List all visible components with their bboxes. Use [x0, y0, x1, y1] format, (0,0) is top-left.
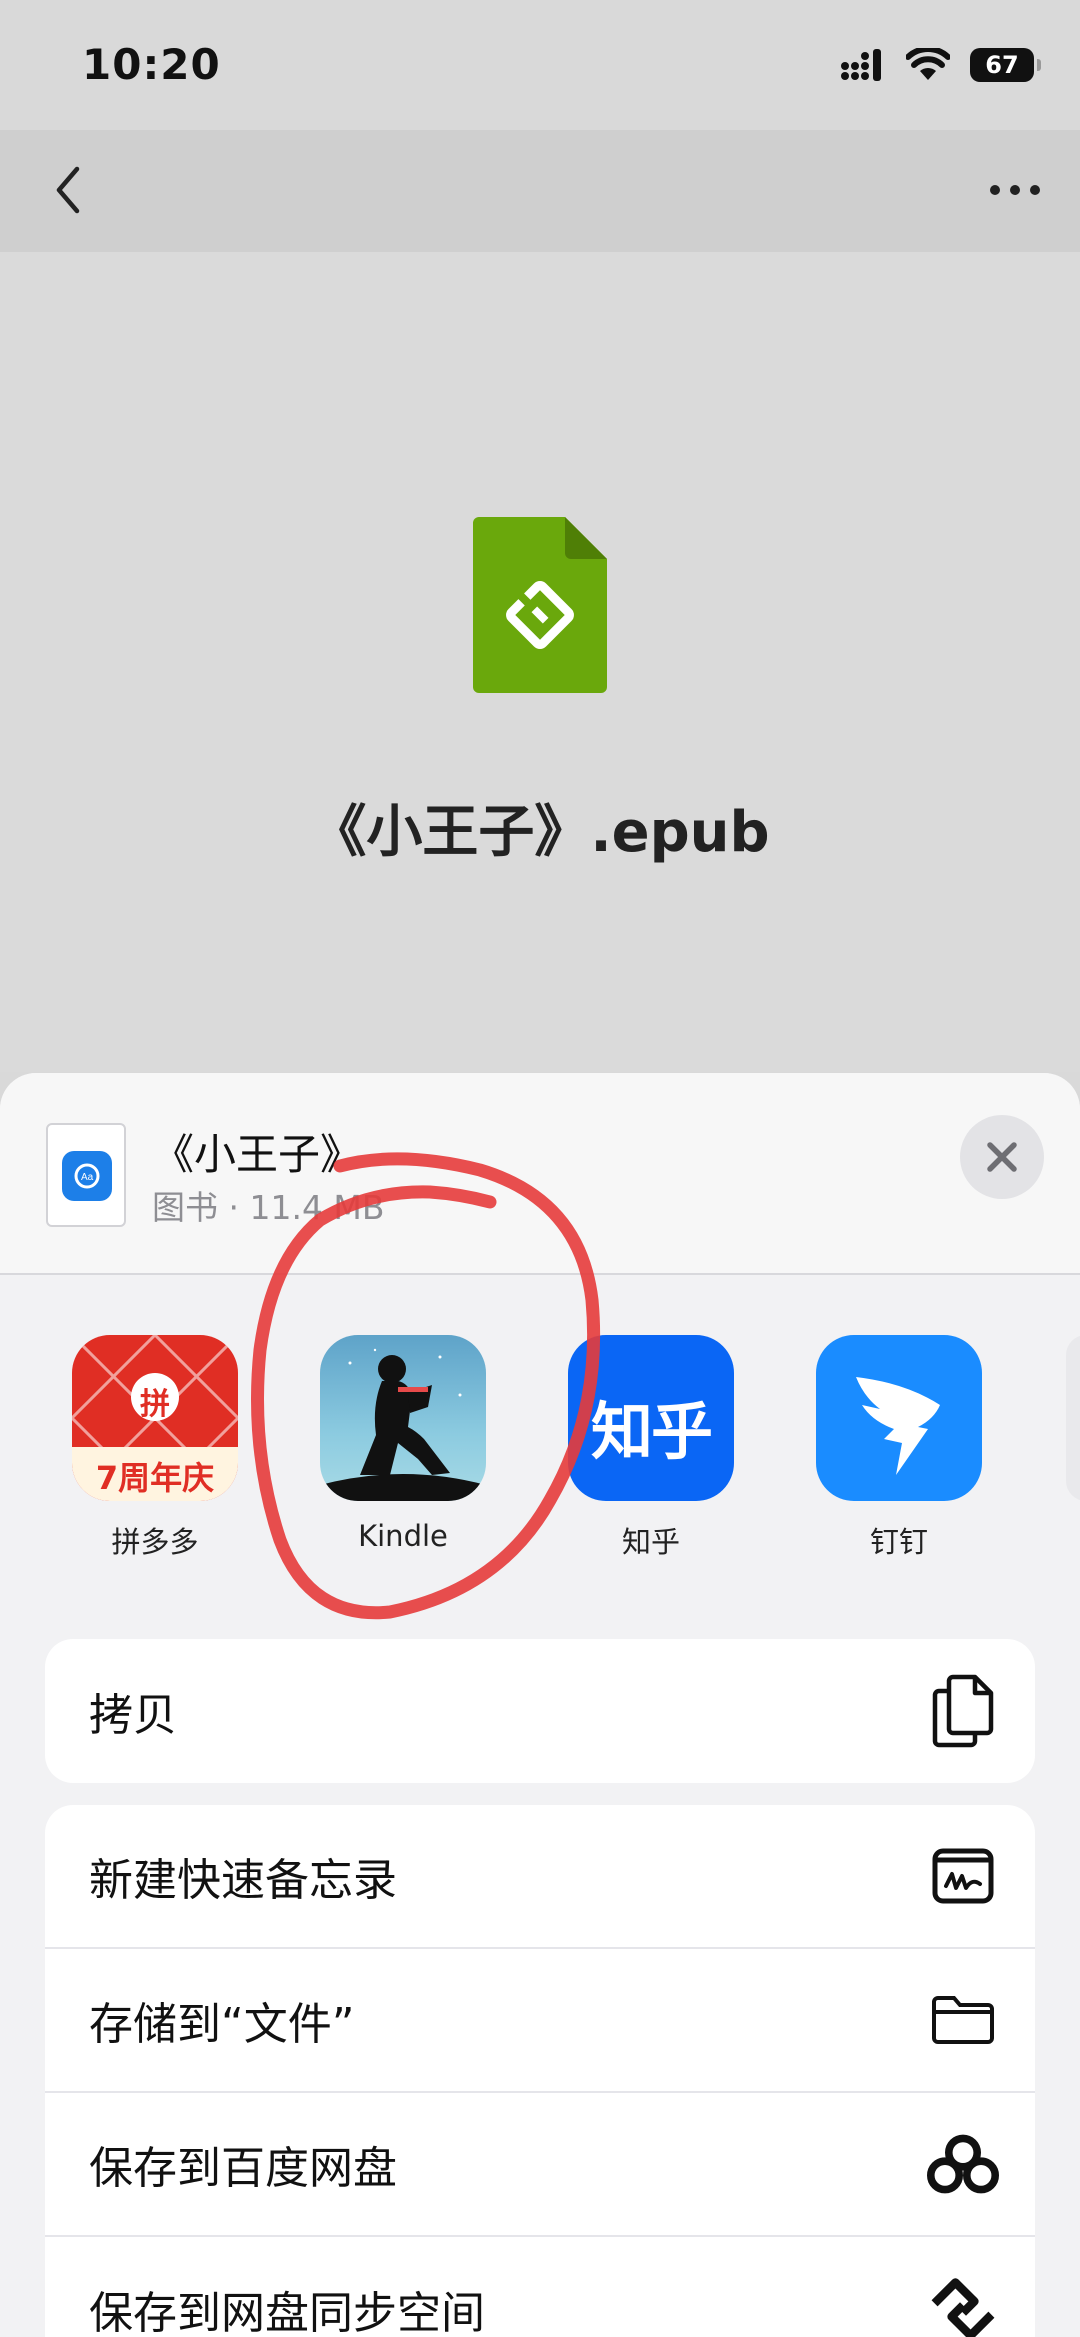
books-app-icon: Aa — [62, 1151, 112, 1201]
status-bar: 10:20 67 — [0, 0, 1080, 130]
action-label: 保存到百度网盘 — [89, 2143, 397, 2194]
close-icon — [987, 1142, 1017, 1172]
cellular-signal-icon — [841, 49, 881, 81]
app-zhihu[interactable]: 知乎 知乎 — [566, 1335, 736, 1561]
share-subtitle: 图书 · 11.4 MB — [152, 1188, 385, 1227]
wifi-icon — [906, 48, 950, 80]
back-button[interactable] — [38, 160, 98, 220]
action-save-baidu-netdisk[interactable]: 保存到百度网盘 — [45, 2093, 1035, 2237]
pinduoduo-icon-banner: 7周年庆 — [95, 1459, 215, 1497]
close-button[interactable] — [960, 1115, 1044, 1199]
status-time: 10:20 — [82, 40, 221, 89]
svg-text:Aa: Aa — [81, 1172, 94, 1183]
app-pinduoduo[interactable]: 拼 7周年庆 拼多多 — [70, 1335, 240, 1561]
battery-level: 67 — [985, 51, 1019, 79]
status-icons: 67 — [840, 48, 1041, 82]
more-button[interactable] — [980, 160, 1050, 220]
quick-note-icon — [927, 1840, 999, 1912]
chevron-left-icon — [56, 166, 80, 214]
nav-bar — [0, 130, 1080, 252]
action-label: 拷贝 — [89, 1690, 177, 1741]
action-label: 存储到“文件” — [89, 1999, 355, 2050]
kindle-icon — [320, 1335, 486, 1501]
app-label-pinduoduo: 拼多多 — [111, 1525, 199, 1559]
sync-space-icon — [927, 2273, 999, 2337]
action-save-to-files[interactable]: 存储到“文件” — [45, 1949, 1035, 2093]
action-quick-note[interactable]: 新建快速备忘录 — [45, 1805, 1035, 1949]
app-kindle[interactable]: Kindle — [318, 1335, 488, 1553]
folder-icon — [927, 1984, 999, 2056]
pinduoduo-icon-text: 拼 — [140, 1387, 170, 1422]
app-dingtalk[interactable]: 钉钉 — [814, 1335, 984, 1561]
share-sheet-header: Aa 《小王子》 图书 · 11.4 MB — [0, 1073, 1080, 1275]
share-apps-row: 拼 7周年庆 拼多多 Kindle 知乎 知乎 钉钉 — [0, 1335, 1080, 1585]
app-label-dingtalk: 钉钉 — [869, 1525, 928, 1559]
baidu-netdisk-icon — [927, 2128, 999, 2200]
app-label-kindle: Kindle — [358, 1519, 448, 1553]
zhihu-icon: 知乎 — [568, 1335, 734, 1501]
action-label: 新建快速备忘录 — [89, 1855, 397, 1906]
share-sheet: Aa 《小王子》 图书 · 11.4 MB 拼 7周年庆 拼多多 Kindle … — [0, 1073, 1080, 2337]
action-group-save: 新建快速备忘录 存储到“文件” 保存到百度网盘 保存到网盘同步空间 — [45, 1805, 1035, 2337]
ellipsis-icon — [990, 185, 1040, 195]
next-app-peek[interactable] — [1066, 1335, 1080, 1501]
file-preview: 《小王子》.epub — [0, 252, 1080, 1072]
action-label: 保存到网盘同步空间 — [89, 2288, 485, 2337]
pinduoduo-icon: 拼 7周年庆 — [72, 1335, 238, 1501]
share-title: 《小王子》 — [152, 1130, 363, 1179]
file-name: 《小王子》.epub — [310, 800, 770, 865]
epub-file-icon — [473, 517, 607, 693]
copy-icon — [927, 1674, 999, 1748]
zhihu-icon-text: 知乎 — [590, 1395, 713, 1468]
action-group-copy: 拷贝 — [45, 1639, 1035, 1783]
action-copy[interactable]: 拷贝 — [45, 1639, 1035, 1783]
action-save-sync-space[interactable]: 保存到网盘同步空间 — [45, 2237, 1035, 2337]
battery-icon: 67 — [970, 48, 1041, 82]
dingtalk-icon — [816, 1335, 982, 1501]
app-label-zhihu: 知乎 — [621, 1525, 680, 1559]
document-thumbnail: Aa — [46, 1123, 126, 1227]
